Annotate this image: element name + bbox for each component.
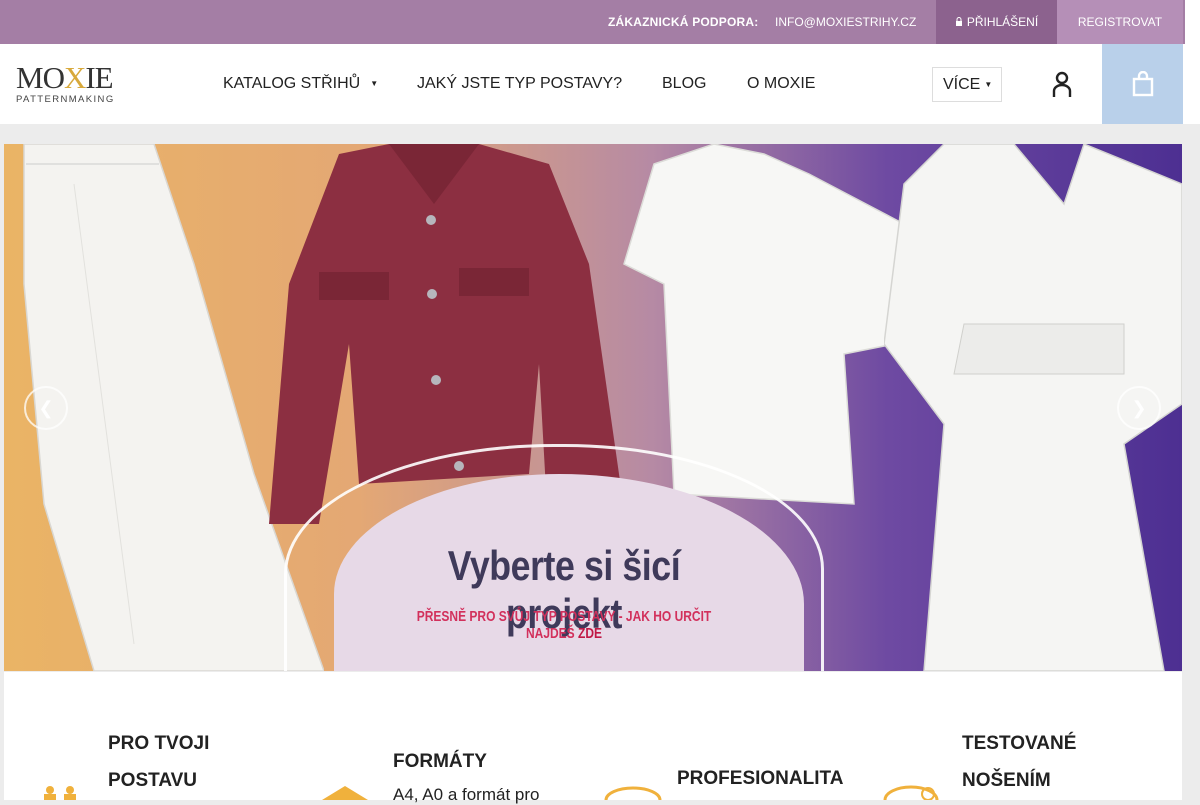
banner-subtitle: PŘESNĚ PRO SVŮJ TYP POSTAVY - JAK HO URČ… xyxy=(404,608,724,642)
top-bar: ZÁKAZNICKÁ PODPORA: INFO@MOXIESTRIHY.CZ … xyxy=(0,0,1185,44)
banner-subtitle-link[interactable]: ZDE xyxy=(578,625,602,642)
chevron-down-icon: ▼ xyxy=(370,79,379,89)
carousel-prev-button[interactable]: ❮ xyxy=(24,386,68,430)
nav-label-katalog: KATALOG STŘIHŮ xyxy=(223,75,361,92)
feature-desc-formats: A4, A0 a formát pro xyxy=(393,785,540,804)
logo-subtitle: PATTERNMAKING xyxy=(16,94,115,105)
topbar-edge xyxy=(1185,0,1200,44)
nav-item-body-type[interactable]: JAKÝ JSTE TYP POSTAVY? xyxy=(417,75,622,93)
cart-icon xyxy=(1132,71,1153,97)
support-email-link[interactable]: INFO@MOXIESTRIHY.CZ xyxy=(775,15,916,29)
login-icon xyxy=(955,17,962,26)
chevron-left-icon: ❮ xyxy=(38,397,54,418)
more-label: VÍCE xyxy=(943,75,981,93)
user-icon[interactable] xyxy=(1052,71,1072,99)
layers-icon xyxy=(322,786,368,800)
feature-title-tested-line1: TESTOVANÉ xyxy=(962,733,1077,754)
more-dropdown[interactable]: VÍCE ▼ xyxy=(932,67,1002,102)
carousel-next-button[interactable]: ❯ xyxy=(1117,386,1161,430)
chevron-right-icon: ❯ xyxy=(1131,397,1147,418)
nav-item-about[interactable]: O MOXIE xyxy=(747,75,815,93)
figures-icon xyxy=(44,786,76,800)
login-label: PŘIHLÁŠENÍ xyxy=(966,15,1039,29)
chevron-down-icon: ▼ xyxy=(984,80,993,89)
register-label: REGISTROVAT xyxy=(1077,15,1163,29)
nav-item-blog[interactable]: BLOG xyxy=(662,75,706,93)
register-button[interactable]: REGISTROVAT xyxy=(1057,0,1183,44)
logo-text-right: IE xyxy=(85,60,113,95)
banner-subtitle-text: PŘESNĚ PRO SVŮJ TYP POSTAVY - JAK HO URČ… xyxy=(416,608,712,642)
logo-text-left: MO xyxy=(16,60,65,95)
feature-title-body: PRO TVOJI POSTAVU xyxy=(108,725,209,799)
feature-title-body-line1: PRO TVOJI xyxy=(108,733,210,754)
hero-banner[interactable]: Vyberte si šicí projekt PŘESNĚ PRO SVŮJ … xyxy=(4,144,1182,671)
features-strip: PRO TVOJI POSTAVU FORMÁTY A4, A0 a formá… xyxy=(4,672,1182,804)
support-label: ZÁKAZNICKÁ PODPORA: xyxy=(608,15,759,29)
feature-title-body-line2: POSTAVU xyxy=(108,770,198,791)
cart-button[interactable] xyxy=(1102,44,1183,124)
feature-title-tested: TESTOVANÉ NOŠENÍM xyxy=(962,725,1076,799)
info-icon xyxy=(883,785,939,800)
feature-title-professional: PROFESIONALITA xyxy=(677,768,844,789)
main-header: MOXIE PATTERNMAKING KATALOG STŘIHŮ ▼ JAKÝ… xyxy=(0,44,1200,124)
measuring-tape-icon xyxy=(604,786,662,800)
feature-title-tested-line2: NOŠENÍM xyxy=(962,770,1051,791)
nav-item-katalog[interactable]: KATALOG STŘIHŮ ▼ xyxy=(223,75,378,93)
logo-text-x: X xyxy=(63,60,86,95)
moxie-logo[interactable]: MOXIE PATTERNMAKING xyxy=(16,62,136,105)
feature-title-formats: FORMÁTY xyxy=(393,751,487,772)
login-button[interactable]: PŘIHLÁŠENÍ xyxy=(936,0,1057,44)
